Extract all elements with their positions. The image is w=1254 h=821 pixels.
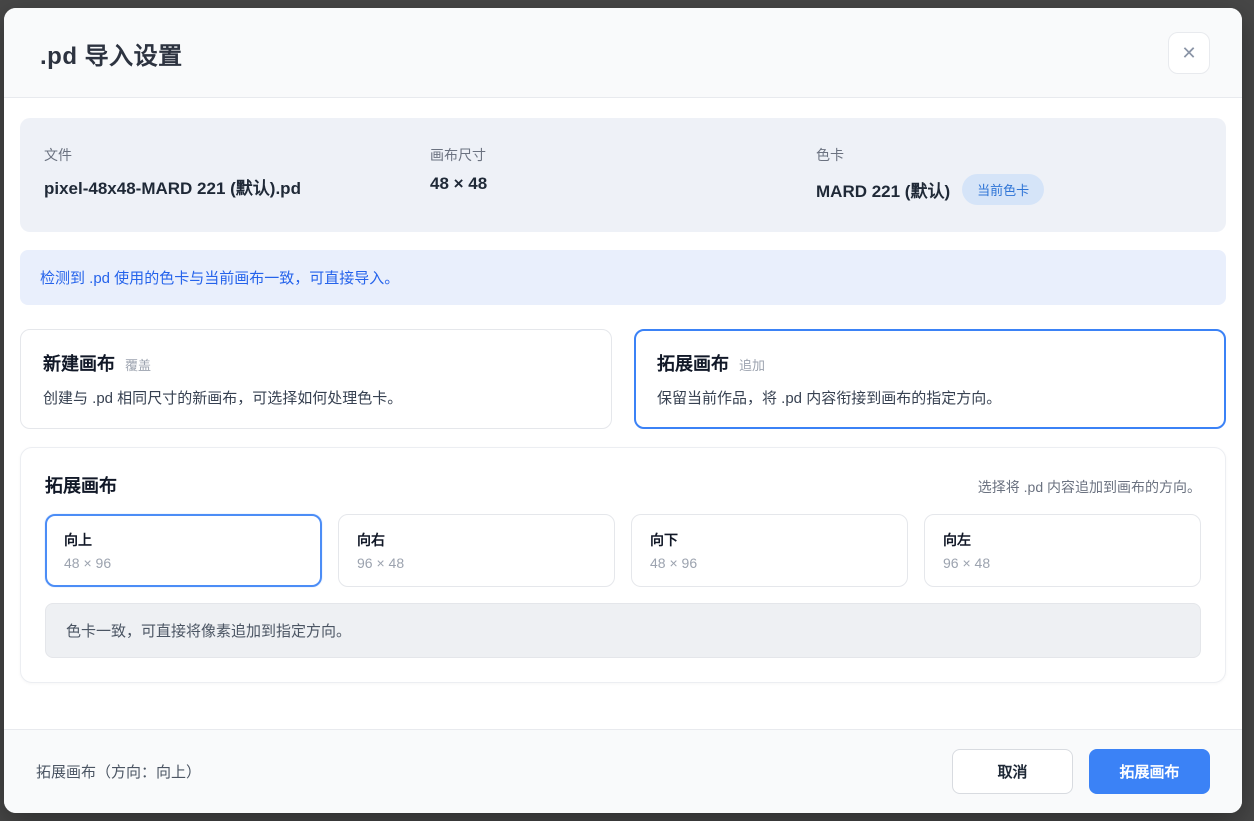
file-value: pixel-48x48-MARD 221 (默认).pd <box>44 174 430 199</box>
direction-label: 向上 <box>64 530 303 550</box>
mode-description: 保留当前作品，将 .pd 内容衔接到画布的指定方向。 <box>657 387 1203 408</box>
mode-title-row: 拓展画布 追加 <box>657 350 1203 376</box>
direction-size: 96 × 48 <box>943 555 1182 571</box>
direction-card-left[interactable]: 向左 96 × 48 <box>924 514 1201 587</box>
mode-tag: 覆盖 <box>125 355 151 374</box>
direction-label: 向左 <box>943 530 1182 550</box>
direction-card-right[interactable]: 向右 96 × 48 <box>338 514 615 587</box>
close-button[interactable]: ✕ <box>1168 32 1210 74</box>
page-title: .pd 导入设置 <box>40 36 1206 71</box>
mode-title: 拓展画布 <box>657 350 729 376</box>
direction-size: 48 × 96 <box>650 555 889 571</box>
file-label: 文件 <box>44 145 430 165</box>
direction-label: 向右 <box>357 530 596 550</box>
cancel-button[interactable]: 取消 <box>952 749 1073 794</box>
direction-card-down[interactable]: 向下 48 × 96 <box>631 514 908 587</box>
palette-consistent-note: 色卡一致，可直接将像素追加到指定方向。 <box>45 603 1201 658</box>
section-title: 拓展画布 <box>45 472 117 498</box>
current-palette-badge: 当前色卡 <box>962 174 1044 205</box>
dialog-header: .pd 导入设置 ✕ <box>4 8 1242 98</box>
direction-label: 向下 <box>650 530 889 550</box>
mode-title-row: 新建画布 覆盖 <box>43 350 589 376</box>
direction-list: 向上 48 × 96 向右 96 × 48 向下 48 × 96 向左 96 ×… <box>45 514 1201 587</box>
canvas-size-value: 48 × 48 <box>430 174 816 194</box>
direction-size: 48 × 96 <box>64 555 303 571</box>
file-info-panel: 文件 pixel-48x48-MARD 221 (默认).pd 画布尺寸 48 … <box>20 118 1226 232</box>
import-mode-list: 新建画布 覆盖 创建与 .pd 相同尺寸的新画布，可选择如何处理色卡。 拓展画布… <box>20 329 1226 429</box>
palette-match-notice: 检测到 .pd 使用的色卡与当前画布一致，可直接导入。 <box>20 250 1226 305</box>
dialog-footer: 拓展画布（方向：向上） 取消 拓展画布 <box>4 729 1242 813</box>
mode-tag: 追加 <box>739 355 765 374</box>
mode-title: 新建画布 <box>43 350 115 376</box>
close-icon: ✕ <box>1181 43 1196 64</box>
section-header: 拓展画布 选择将 .pd 内容追加到画布的方向。 <box>45 472 1201 498</box>
dialog-body: 文件 pixel-48x48-MARD 221 (默认).pd 画布尺寸 48 … <box>4 98 1242 729</box>
expand-canvas-section: 拓展画布 选择将 .pd 内容追加到画布的方向。 向上 48 × 96 向右 9… <box>20 447 1226 683</box>
direction-card-up[interactable]: 向上 48 × 96 <box>45 514 322 587</box>
palette-name: MARD 221 (默认) <box>816 177 950 202</box>
palette-label: 色卡 <box>816 145 1202 165</box>
mode-card-expand-canvas[interactable]: 拓展画布 追加 保留当前作品，将 .pd 内容衔接到画布的指定方向。 <box>634 329 1226 429</box>
direction-size: 96 × 48 <box>357 555 596 571</box>
file-info-field-file: 文件 pixel-48x48-MARD 221 (默认).pd <box>44 145 430 205</box>
pd-import-dialog: .pd 导入设置 ✕ 文件 pixel-48x48-MARD 221 (默认).… <box>4 8 1242 813</box>
mode-description: 创建与 .pd 相同尺寸的新画布，可选择如何处理色卡。 <box>43 387 589 408</box>
confirm-expand-button[interactable]: 拓展画布 <box>1089 749 1210 794</box>
file-info-field-palette: 色卡 MARD 221 (默认) 当前色卡 <box>816 145 1202 205</box>
palette-value: MARD 221 (默认) 当前色卡 <box>816 174 1202 205</box>
section-hint: 选择将 .pd 内容追加到画布的方向。 <box>978 477 1201 497</box>
action-summary: 拓展画布（方向：向上） <box>36 761 201 782</box>
canvas-size-label: 画布尺寸 <box>430 145 816 165</box>
mode-card-new-canvas[interactable]: 新建画布 覆盖 创建与 .pd 相同尺寸的新画布，可选择如何处理色卡。 <box>20 329 612 429</box>
file-info-field-canvas-size: 画布尺寸 48 × 48 <box>430 145 816 205</box>
footer-actions: 取消 拓展画布 <box>952 749 1210 794</box>
